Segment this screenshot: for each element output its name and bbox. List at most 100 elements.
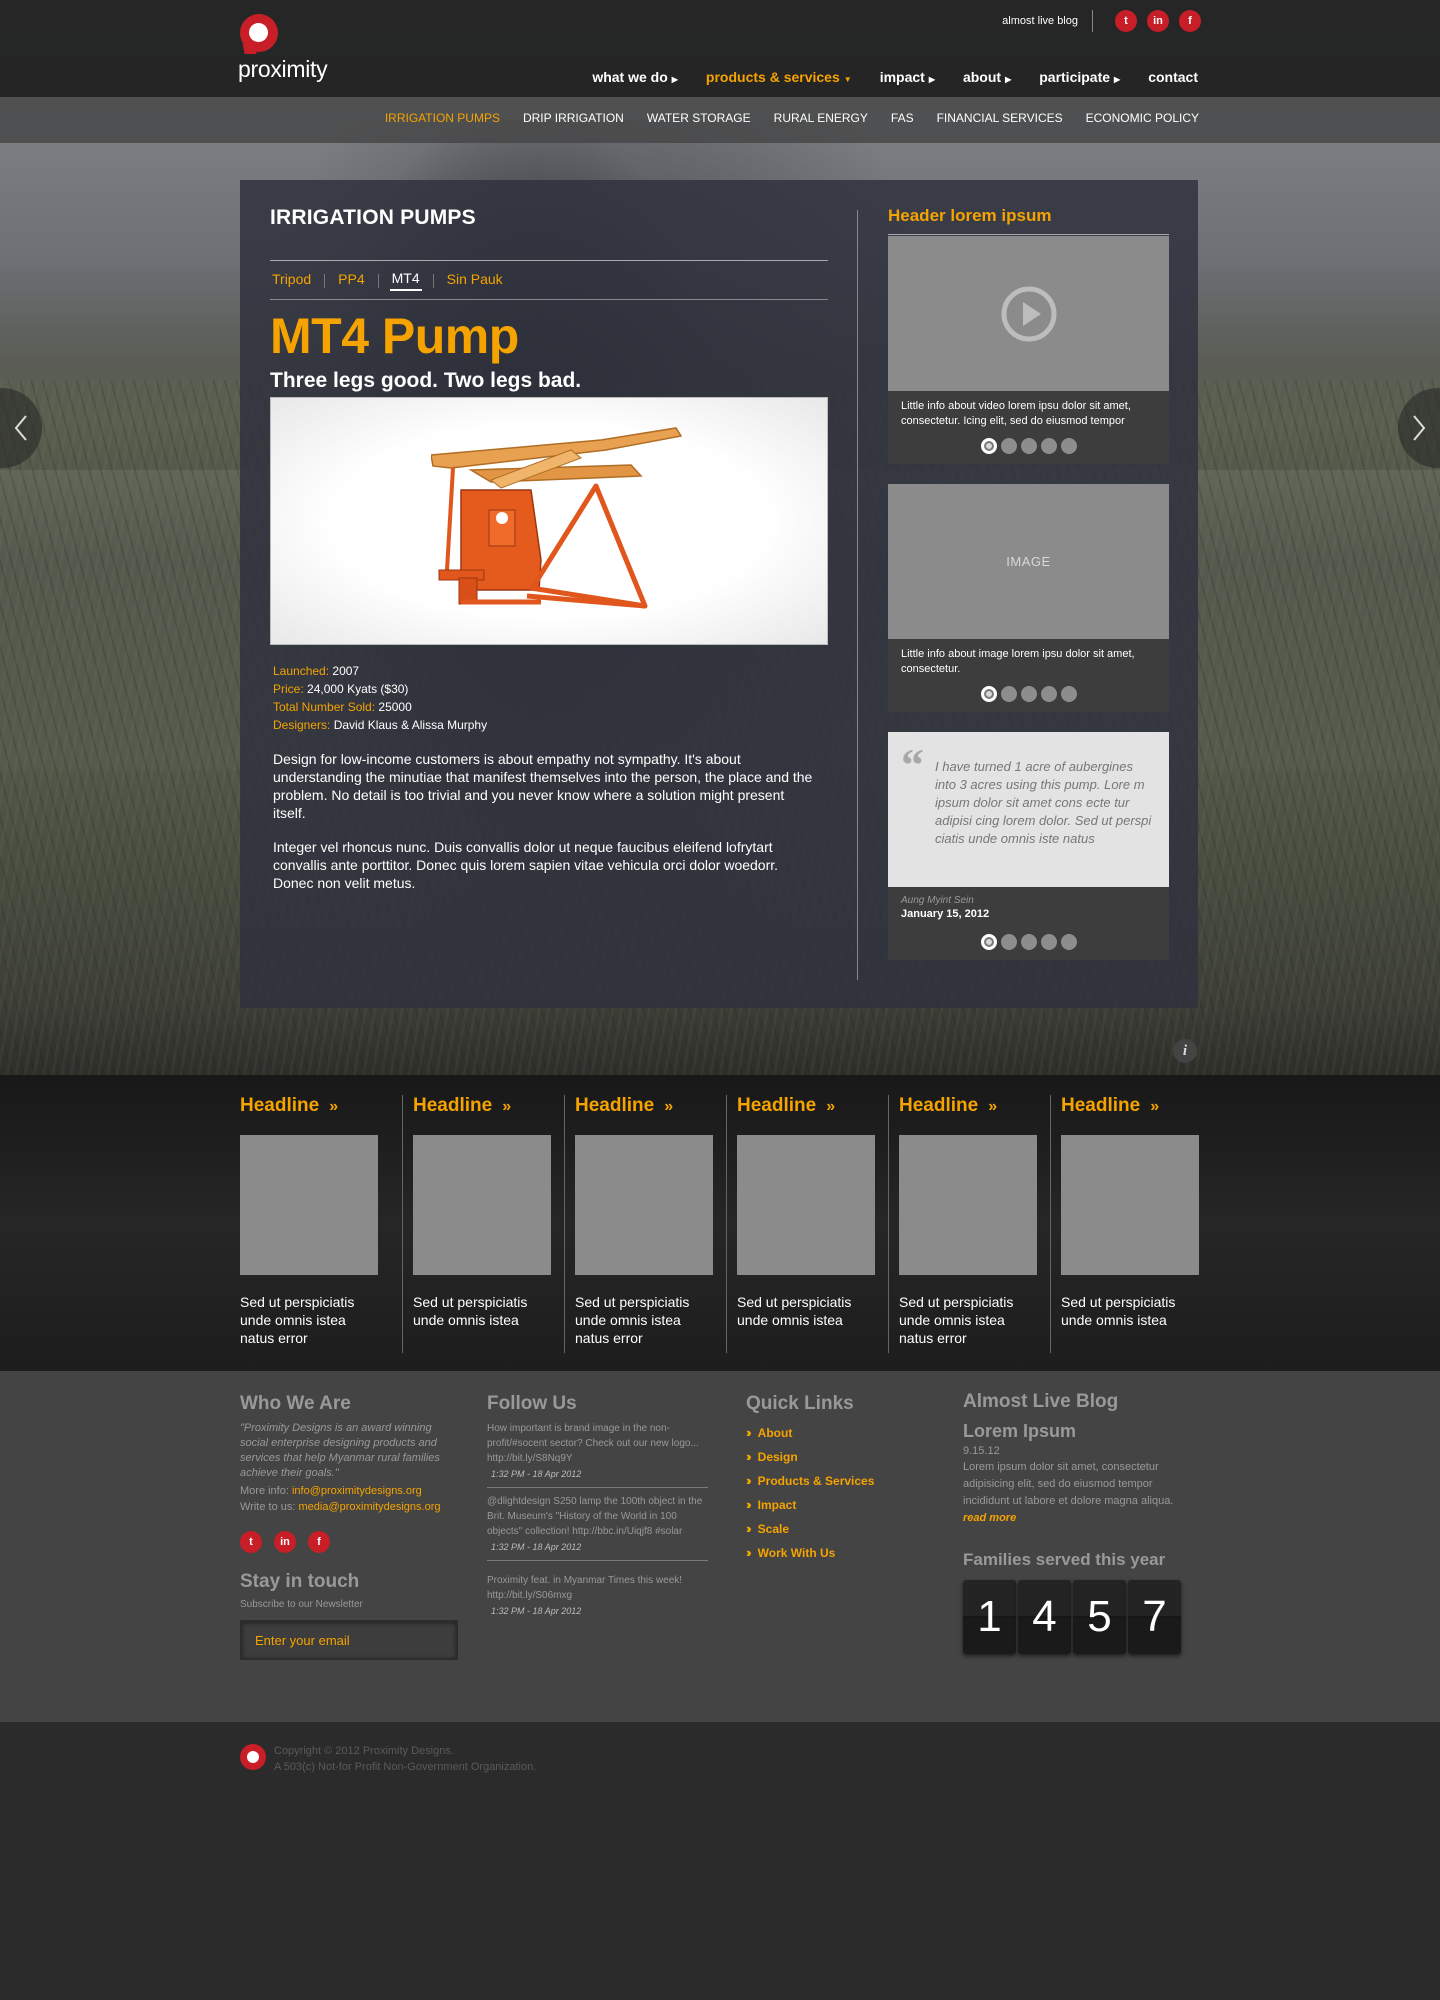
video-player[interactable] xyxy=(888,236,1169,391)
info-icon[interactable]: i xyxy=(1173,1039,1197,1063)
subnav-financial-services[interactable]: FINANCIAL SERVICES xyxy=(937,111,1063,125)
linkedin-icon[interactable]: in xyxy=(1147,10,1169,32)
nav-what-we-do[interactable]: what we do ▶ xyxy=(592,69,678,85)
quick-link-about[interactable]: ›› About xyxy=(746,1425,916,1440)
site-logo[interactable]: proximity xyxy=(238,14,328,84)
tweet-time: 1:32 PM - 18 Apr 2012 xyxy=(491,1469,582,1479)
carousel-dot[interactable] xyxy=(1000,438,1017,454)
content-panel: IRRIGATION PUMPS Tripod PP4 MT4 Sin Pauk… xyxy=(240,180,1198,1008)
write-label: Write to us: xyxy=(240,1501,296,1513)
headline-thumbnail xyxy=(737,1135,875,1275)
play-icon[interactable] xyxy=(1000,285,1058,343)
carousel-dot[interactable] xyxy=(1040,686,1057,702)
divider xyxy=(270,299,828,300)
quick-link-products-services[interactable]: ›› Products & Services xyxy=(746,1473,916,1488)
carousel-dot[interactable] xyxy=(1060,438,1077,454)
double-chevron-right-icon: » xyxy=(502,1098,512,1115)
carousel-dot[interactable] xyxy=(1020,934,1037,950)
subnav-fas[interactable]: FAS xyxy=(891,111,914,125)
carousel-dots xyxy=(888,438,1169,454)
nav-products-services[interactable]: products & services ▼ xyxy=(706,69,852,85)
subnav-drip-irrigation[interactable]: DRIP IRRIGATION xyxy=(523,111,624,125)
quote-icon: “ xyxy=(901,739,924,790)
headline-title: Headline xyxy=(737,1095,817,1116)
headline-text: Sed ut perspiciatis unde omnis istea nat… xyxy=(240,1294,355,1346)
facebook-icon[interactable]: f xyxy=(308,1531,330,1553)
sub-nav: IRRIGATION PUMPS DRIP IRRIGATION WATER S… xyxy=(0,97,1440,143)
carousel-dot[interactable] xyxy=(1020,686,1037,702)
quick-link-impact[interactable]: ›› Impact xyxy=(746,1497,916,1512)
nav-contact[interactable]: contact xyxy=(1148,69,1198,85)
linkedin-icon[interactable]: in xyxy=(274,1531,296,1553)
carousel-dot[interactable] xyxy=(980,934,997,950)
carousel-dot[interactable] xyxy=(1020,438,1037,454)
double-chevron-right-icon: ›› xyxy=(746,1545,751,1560)
subnav-rural-energy[interactable]: RURAL ENERGY xyxy=(774,111,868,125)
who-we-are: Who We Are "Proximity Designs is an awar… xyxy=(240,1393,460,1660)
almost-live-blog-link[interactable]: almost live blog xyxy=(1002,15,1078,27)
spec-label: Total Number Sold: xyxy=(273,700,376,714)
nav-participate[interactable]: participate ▶ xyxy=(1039,69,1120,85)
nav-label: contact xyxy=(1148,69,1198,85)
families-counter: 1 4 5 7 xyxy=(963,1580,1200,1654)
quick-link-work-with-us[interactable]: ›› Work With Us xyxy=(746,1545,916,1560)
spec-value: 2007 xyxy=(332,664,360,678)
spec-row: Designers: David Klaus & Alissa Murphy xyxy=(273,716,487,734)
nav-about[interactable]: about ▶ xyxy=(963,69,1011,85)
more-info: More info: info@proximitydesigns.org xyxy=(240,1485,460,1497)
headline-thumbnail xyxy=(413,1135,551,1275)
twitter-icon[interactable]: t xyxy=(1115,10,1137,32)
tweet-time: 1:32 PM - 18 Apr 2012 xyxy=(491,1542,582,1552)
headline-card[interactable]: Headline » Sed ut perspiciatis unde omnis… xyxy=(402,1095,564,1353)
quick-link-label: Impact xyxy=(757,1497,797,1512)
carousel-dots xyxy=(888,686,1169,702)
sidebar-header: Header lorem ipsum xyxy=(888,206,1052,225)
twitter-icon[interactable]: t xyxy=(240,1531,262,1553)
headline-card[interactable]: Headline » Sed ut perspiciatis unde omnis… xyxy=(240,1095,402,1353)
product-specs: Launched: 2007 Price: 24,000 Kyats ($30)… xyxy=(273,662,487,734)
almost-live-blog: Almost Live Blog Lorem Ipsum 9.15.12 Lor… xyxy=(963,1391,1200,1654)
divider xyxy=(324,273,326,288)
headline-card[interactable]: Headline » Sed ut perspiciatis unde omnis… xyxy=(1050,1095,1212,1353)
spec-value: 25000 xyxy=(378,700,412,714)
double-chevron-right-icon: » xyxy=(329,1098,339,1115)
facebook-icon[interactable]: f xyxy=(1179,10,1201,32)
nav-impact[interactable]: impact ▶ xyxy=(880,69,935,85)
more-info-label: More info: xyxy=(240,1485,289,1497)
product-description: Design for low-income customers is about… xyxy=(273,751,813,821)
divider xyxy=(888,234,1169,235)
info-email-link[interactable]: info@proximitydesigns.org xyxy=(292,1485,422,1497)
carousel-dot[interactable] xyxy=(980,686,997,702)
tab-pp4[interactable]: PP4 xyxy=(336,271,366,290)
subnav-economic-policy[interactable]: ECONOMIC POLICY xyxy=(1086,111,1199,125)
carousel-dot[interactable] xyxy=(1060,934,1077,950)
carousel-dot[interactable] xyxy=(980,438,997,454)
carousel-dot[interactable] xyxy=(1060,686,1077,702)
tab-mt4[interactable]: MT4 xyxy=(389,270,422,291)
product-title: MT4 Pump xyxy=(270,308,519,364)
logo-mark-icon xyxy=(240,14,278,52)
divider xyxy=(270,260,828,261)
carousel-dot[interactable] xyxy=(1000,934,1017,950)
tab-sin-pauk[interactable]: Sin Pauk xyxy=(445,271,505,290)
media-email-link[interactable]: media@proximitydesigns.org xyxy=(299,1501,441,1513)
subnav-water-storage[interactable]: WATER STORAGE xyxy=(647,111,751,125)
headline-card[interactable]: Headline » Sed ut perspiciatis unde omnis… xyxy=(888,1095,1050,1353)
carousel-dot[interactable] xyxy=(1000,686,1017,702)
quick-link-scale[interactable]: ›› Scale xyxy=(746,1521,916,1536)
caret-right-icon: ▶ xyxy=(1005,75,1012,84)
carousel-dot[interactable] xyxy=(1040,934,1057,950)
headline-card[interactable]: Headline » Sed ut perspiciatis unde omnis… xyxy=(726,1095,888,1353)
tab-tripod[interactable]: Tripod xyxy=(270,271,313,290)
quick-link-design[interactable]: ›› Design xyxy=(746,1449,916,1464)
image-placeholder[interactable]: IMAGE xyxy=(888,484,1169,639)
carousel-dot[interactable] xyxy=(1040,438,1057,454)
headline-title: Headline xyxy=(413,1095,493,1116)
read-more-link[interactable]: read more xyxy=(963,1512,1200,1524)
nav-label: about xyxy=(962,69,1002,85)
logo-text: proximity xyxy=(238,56,328,82)
nav-label: products & services xyxy=(705,69,840,85)
headline-card[interactable]: Headline » Sed ut perspiciatis unde omnis… xyxy=(564,1095,726,1353)
subnav-irrigation-pumps[interactable]: IRRIGATION PUMPS xyxy=(385,111,500,125)
newsletter-email-input[interactable] xyxy=(240,1620,458,1660)
